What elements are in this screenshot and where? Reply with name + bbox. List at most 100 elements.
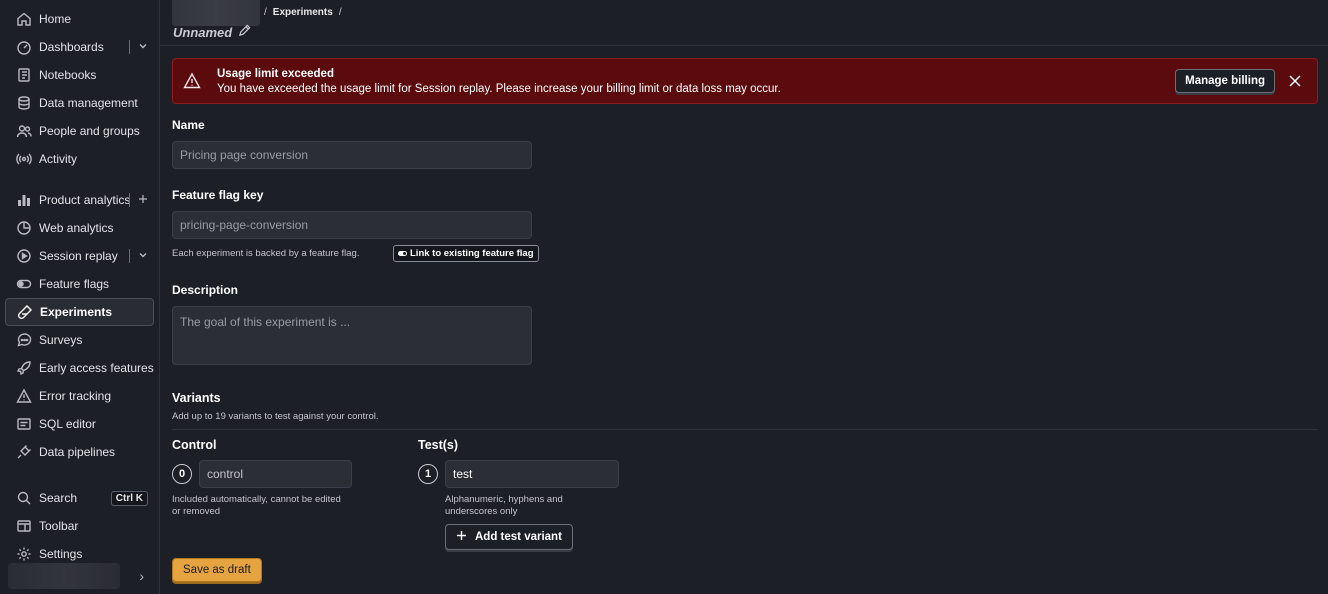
sidebar-item-label: Settings: [39, 547, 83, 561]
sidebar: Home Dashboards Notebooks Data managemen…: [0, 0, 160, 594]
manage-billing-button[interactable]: Manage billing: [1175, 69, 1275, 93]
sidebar-item-experiments[interactable]: Experiments: [5, 298, 154, 326]
alert-title: Usage limit exceeded: [217, 67, 334, 80]
sidebar-item-label: Surveys: [39, 333, 83, 347]
control-title: Control: [172, 438, 217, 452]
breadcrumb-separator: /: [264, 7, 267, 18]
divider: [172, 429, 1318, 430]
page-title-text: Unnamed: [173, 24, 233, 40]
page-title[interactable]: Unnamed: [173, 24, 251, 40]
save-as-draft-button[interactable]: Save as draft: [172, 558, 262, 582]
description-textarea[interactable]: The goal of this experiment is ...: [172, 306, 532, 365]
feature-flag-hint: Each experiment is backed by a feature f…: [172, 248, 360, 259]
name-input[interactable]: Pricing page conversion: [172, 141, 532, 169]
sidebar-item-people[interactable]: People and groups: [5, 117, 154, 145]
page-header: / Experiments / Unnamed: [160, 0, 1328, 46]
gear-icon: [15, 545, 33, 563]
sql-icon: [15, 415, 33, 433]
sidebar-item-label: Web analytics: [39, 221, 114, 235]
dashboard-icon: [15, 38, 33, 56]
warning-icon: [183, 72, 201, 90]
sidebar-item-label: Search: [39, 491, 78, 505]
sidebar-item-web-analytics[interactable]: Web analytics: [5, 214, 154, 242]
control-variant-input: control: [199, 460, 352, 488]
sidebar-item-label: Product analytics: [39, 193, 131, 207]
rocket-icon: [15, 359, 33, 377]
sidebar-item-label: Experiments: [40, 305, 113, 319]
variants-hint: Add up to 19 variants to test against yo…: [172, 411, 379, 422]
test-variant-input[interactable]: test: [445, 460, 619, 488]
bar-chart-icon: [15, 191, 33, 209]
plug-icon: [15, 443, 33, 461]
sidebar-item-label: Session replay: [39, 249, 118, 263]
plus-icon: [138, 193, 148, 207]
pencil-icon[interactable]: [238, 24, 251, 40]
flask-icon: [16, 303, 34, 321]
tests-title: Test(s): [418, 438, 459, 452]
avatar: [8, 563, 120, 589]
alert-message: You have exceeded the usage limit for Se…: [217, 82, 781, 95]
activity-icon: [15, 150, 33, 168]
description-label: Description: [172, 283, 239, 297]
search-icon: [15, 489, 33, 507]
plus-icon: [456, 530, 467, 544]
chevron-right-icon: ›: [139, 568, 144, 584]
breadcrumb: / Experiments /: [264, 7, 342, 18]
database-icon: [15, 94, 33, 112]
sidebar-item-search[interactable]: Search Ctrl K: [5, 484, 154, 512]
sidebar-item-label: Notebooks: [39, 68, 97, 82]
sidebar-item-label: Error tracking: [39, 389, 112, 403]
dashboards-expand[interactable]: [129, 40, 148, 54]
sidebar-item-notebooks[interactable]: Notebooks: [5, 61, 154, 89]
sidebar-item-label: People and groups: [39, 124, 140, 138]
sidebar-item-label: Data management: [39, 96, 138, 110]
name-label: Name: [172, 118, 205, 132]
sidebar-item-dashboards[interactable]: Dashboards: [5, 33, 154, 61]
feature-flag-key-input[interactable]: pricing-page-conversion: [172, 211, 532, 239]
sidebar-item-sql-editor[interactable]: SQL editor: [5, 410, 154, 438]
add-test-variant-button[interactable]: Add test variant: [445, 524, 573, 550]
sidebar-item-activity[interactable]: Activity: [5, 145, 154, 173]
link-feature-flag-label: Link to existing feature flag: [410, 248, 534, 259]
sidebar-item-label: Home: [39, 12, 72, 26]
session-replay-expand[interactable]: [129, 249, 148, 263]
account-switcher[interactable]: ›: [8, 562, 152, 590]
sidebar-item-label: Data pipelines: [39, 445, 116, 459]
test-hint-line-1: Alphanumeric, hyphens and: [445, 494, 563, 505]
product-analytics-add[interactable]: [129, 193, 148, 207]
test-number: 1: [418, 464, 438, 484]
breadcrumb-separator: /: [338, 7, 342, 18]
sidebar-item-session-replay[interactable]: Session replay: [5, 242, 154, 270]
sidebar-item-data-pipelines[interactable]: Data pipelines: [5, 438, 154, 466]
sidebar-item-home[interactable]: Home: [5, 5, 154, 33]
add-test-variant-label: Add test variant: [475, 531, 562, 543]
home-icon: [15, 10, 33, 28]
chevron-down-icon: [138, 249, 148, 263]
sidebar-item-label: Activity: [39, 152, 78, 166]
notebook-icon: [15, 66, 33, 84]
control-hint-line-1: Included automatically, cannot be edited: [172, 494, 341, 505]
sidebar-item-feature-flags[interactable]: Feature flags: [5, 270, 154, 298]
link-feature-flag-button[interactable]: Link to existing feature flag: [393, 245, 539, 262]
control-hint-line-2: or removed: [172, 506, 221, 517]
sidebar-item-toolbar[interactable]: Toolbar: [5, 512, 154, 540]
sidebar-item-label: Feature flags: [39, 277, 110, 291]
feature-flag-key-label: Feature flag key: [172, 188, 264, 202]
breadcrumb-experiments[interactable]: Experiments: [273, 7, 333, 18]
pie-chart-icon: [15, 219, 33, 237]
toggle-icon: [15, 275, 33, 293]
sidebar-item-product-analytics[interactable]: Product analytics: [5, 186, 154, 214]
search-shortcut: Ctrl K: [110, 490, 148, 506]
sidebar-item-data-management[interactable]: Data management: [5, 89, 154, 117]
sidebar-item-early-access[interactable]: Early access features: [5, 354, 154, 382]
sidebar-item-label: Dashboards: [39, 40, 104, 54]
close-icon[interactable]: [1287, 73, 1303, 89]
sidebar-item-label: Early access features: [39, 361, 154, 375]
replay-icon: [15, 247, 33, 265]
sidebar-item-surveys[interactable]: Surveys: [5, 326, 154, 354]
sidebar-item-label: SQL editor: [39, 417, 96, 431]
sidebar-item-error-tracking[interactable]: Error tracking: [5, 382, 154, 410]
project-breadcrumb[interactable]: [172, 0, 260, 26]
variants-label: Variants: [172, 391, 221, 405]
chevron-down-icon: [138, 40, 148, 54]
